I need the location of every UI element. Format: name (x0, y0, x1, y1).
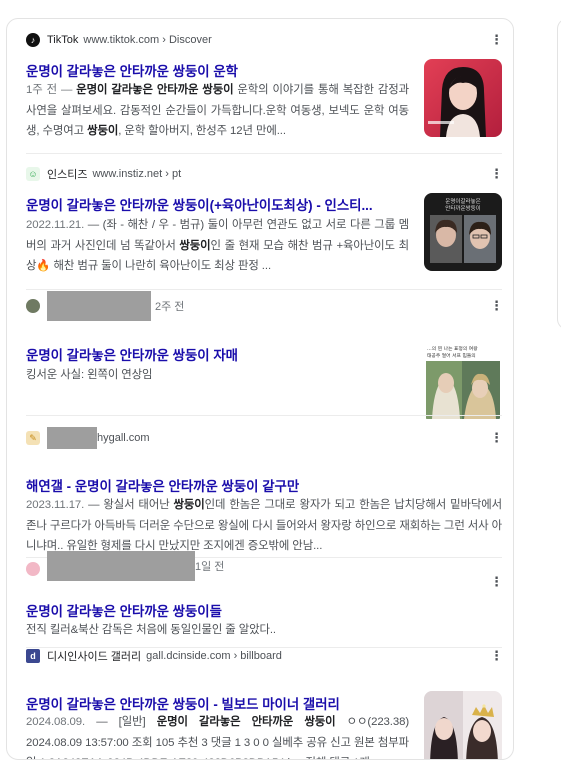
redacted-source (47, 291, 151, 321)
snippet-text: , 운학 할아버지, 한성주 12년 만에... (118, 125, 286, 137)
result-thumbnail[interactable] (424, 59, 502, 137)
result-source[interactable]: ✎ hygall.com (26, 427, 150, 449)
more-options-icon[interactable]: ⋮ (490, 299, 503, 313)
result-snippet: 2023.11.17. — 왕실서 태어난 쌍둥이인데 한놈은 그대로 왕자가 … (26, 495, 502, 557)
thumb-caption: 운명이갈라놓은 (445, 197, 480, 205)
result-title-link[interactable]: 운명이 갈라놓은 안타까운 쌍둥이들 (26, 600, 502, 620)
more-options-icon[interactable]: ⋮ (490, 431, 503, 445)
snippet-date: 2024.08.09. (26, 716, 97, 728)
snippet-highlight: 쌍둥이 (179, 239, 211, 252)
instiz-icon: ☺ (26, 167, 40, 181)
snippet-highlight: 운명이 갈라놓은 안타까운 쌍둥이 (76, 84, 234, 96)
result-thumbnail[interactable] (424, 691, 502, 759)
portrait-image (424, 59, 502, 137)
result-snippet: 킹서운 사실: 왼쪽이 연상임 (26, 365, 409, 386)
site-url: www.tiktok.com › Discover (83, 34, 212, 46)
thumb-caption: 태공주 얼어 서프 밈들의 (427, 352, 476, 359)
divider (26, 153, 502, 154)
redacted-source (47, 551, 195, 581)
more-options-icon[interactable]: ⋮ (490, 33, 503, 47)
thumb-caption: …의 찐 나는 표정의 여왕 (427, 345, 478, 352)
snippet-text: 전직 킬러&북산 감독은 처음에 동일인물인 줄 알았다.. (26, 624, 276, 636)
snippet-date: 1주 전 (26, 84, 61, 96)
result-thumbnail[interactable]: …의 찐 나는 표정의 여왕 태공주 얼어 서프 밈들의 (424, 343, 502, 421)
snippet-date: — (60, 84, 77, 96)
search-result: ✎ hygall.com ⋮ 해연갤 - 운명이 갈라놓은 안타까운 쌍둥이 같… (26, 427, 503, 553)
result-source[interactable]: d 디시인사이드 갤러리 gall.dcinside.com › billboa… (26, 647, 282, 665)
snippet-text: — [일반] (96, 716, 157, 728)
snippet-date: 2022.11.21. (26, 219, 88, 231)
divider (26, 289, 502, 290)
site-avatar-icon (26, 562, 40, 576)
twin-photo-image (424, 691, 502, 759)
tiktok-icon: ♪ (26, 33, 40, 47)
site-url: hygall.com (97, 432, 150, 444)
result-source[interactable]: 1일 전 (26, 551, 224, 581)
divider (26, 415, 502, 416)
more-options-icon[interactable]: ⋮ (490, 649, 503, 663)
result-source[interactable]: ☺ 인스티즈 www.instiz.net › pt (26, 165, 181, 183)
twin-photo-image: 운명이갈라놓은 안타까운쌍둥이 (424, 193, 502, 271)
result-thumbnail[interactable]: 운명이갈라놓은 안타까운쌍둥이 (424, 193, 502, 271)
result-title-link[interactable]: 운명이 갈라놓은 안타까운 쌍둥이(+육아난이도최상) - 인스티... (26, 194, 406, 214)
dcinside-icon: d (26, 649, 40, 663)
side-panel-edge (557, 18, 561, 330)
thumb-caption: 안타까운쌍둥이 (445, 204, 480, 212)
result-time: 1일 전 (195, 561, 225, 573)
site-name: 인스티즈 (47, 169, 88, 181)
site-url: www.instiz.net › pt (92, 168, 182, 180)
search-result: ♪ TikTok www.tiktok.com › Discover ⋮ 운명이… (26, 31, 503, 153)
result-snippet: 2024.08.09. — [일반] 운명이 갈라놓은 안타까운 쌍둥이 ㅇㅇ(… (26, 712, 409, 759)
result-snippet: 1주 전 — 운명이 갈라놓은 안타까운 쌍둥이 운학의 이야기를 통해 복잡한… (26, 80, 409, 142)
snippet-date: 2023.11.17. (26, 499, 89, 511)
search-result: ☺ 인스티즈 www.instiz.net › pt ⋮ 운명이 갈라놓은 안타… (26, 165, 503, 283)
snippet-highlight: 운명이 갈라놓은 안타까운 쌍둥이 (156, 716, 336, 728)
redacted-source (47, 427, 97, 449)
snippet-text: 킹서운 사실: 왼쪽이 연상임 (26, 369, 153, 381)
more-options-icon[interactable]: ⋮ (490, 167, 503, 181)
site-name: TikTok (47, 34, 79, 46)
search-result: 1일 전 ⋮ 운명이 갈라놓은 안타까운 쌍둥이들 전직 킬러&북산 감독은 처… (26, 551, 503, 641)
result-snippet: 전직 킬러&북산 감독은 처음에 동일인물인 줄 알았다.. (26, 620, 502, 641)
result-source[interactable]: ♪ TikTok www.tiktok.com › Discover (26, 31, 212, 49)
search-result: d 디시인사이드 갤러리 gall.dcinside.com › billboa… (26, 647, 503, 759)
result-snippet: 2022.11.21. — (좌 - 해찬 / 우 - 범규) 둘이 아무런 연… (26, 215, 409, 277)
result-title-link[interactable]: 운명이 갈라놓은 안타까운 쌍둥이 운학 (26, 60, 406, 80)
hygall-icon: ✎ (26, 431, 40, 445)
site-name: 디시인사이드 갤러리 (47, 651, 142, 663)
site-url: gall.dcinside.com › billboard (146, 650, 282, 662)
result-title-link[interactable]: 운명이 갈라놓은 안타까운 쌍둥이 자매 (26, 344, 406, 364)
snippet-highlight: 쌍둥이 (173, 499, 205, 511)
site-avatar-icon (26, 299, 40, 313)
more-options-icon[interactable]: ⋮ (490, 575, 503, 589)
result-time: 2주 전 (155, 301, 185, 313)
snippet-highlight: 쌍둥이 (87, 125, 119, 137)
result-source[interactable]: 2주 전 (26, 291, 185, 321)
result-title-link[interactable]: 해연갤 - 운명이 갈라놓은 안타까운 쌍둥이 같구만 (26, 475, 502, 495)
search-result: 2주 전 ⋮ 운명이 갈라놓은 안타까운 쌍둥이 자매 킹서운 사실: 왼쪽이 … (26, 291, 503, 421)
search-results-panel: ♪ TikTok www.tiktok.com › Discover ⋮ 운명이… (6, 18, 514, 760)
meme-image: …의 찐 나는 표정의 여왕 태공주 얼어 서프 밈들의 (424, 343, 502, 421)
snippet-text: — 왕실서 태어난 (88, 499, 174, 511)
result-title-link[interactable]: 운명이 갈라놓은 안타까운 쌍둥이 - 빌보드 마이너 갤러리 (26, 693, 416, 713)
